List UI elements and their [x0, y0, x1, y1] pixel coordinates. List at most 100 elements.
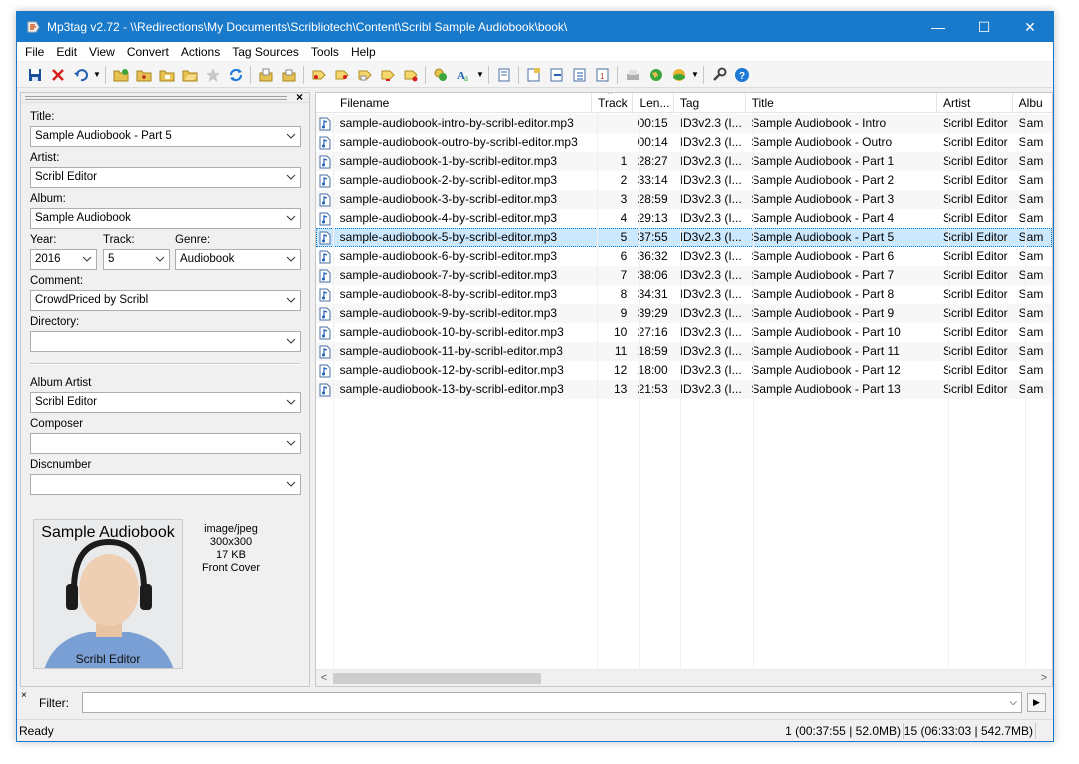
convert-tag-tag-icon[interactable] [376, 64, 399, 86]
web-sources-dropdown-icon[interactable]: ▼ [690, 64, 700, 86]
discnumber-field[interactable] [30, 474, 301, 495]
artist-field[interactable]: Scribl Editor [30, 167, 301, 188]
close-filter-icon[interactable]: × [21, 690, 27, 701]
chevron-down-icon[interactable] [155, 250, 165, 269]
remove-tag-icon[interactable] [46, 64, 69, 86]
chevron-down-icon[interactable] [286, 250, 296, 269]
cover-art[interactable]: Sample Audiobook Scribl Editor [33, 519, 183, 669]
table-row[interactable]: sample-audiobook-intro-by-scribl-editor.… [316, 114, 1052, 133]
column-title[interactable]: Title [746, 93, 937, 113]
title-field[interactable]: Sample Audiobook - Part 5 [30, 126, 301, 147]
chevron-down-icon[interactable] [286, 434, 296, 453]
case-dropdown-icon[interactable]: ▼ [475, 64, 485, 86]
web-sources-icon[interactable] [644, 64, 667, 86]
table-row[interactable]: sample-audiobook-1-by-scribl-editor.mp3 1… [316, 152, 1052, 171]
undo-dropdown-icon[interactable]: ▼ [92, 64, 102, 86]
favorite-directory-icon[interactable] [155, 64, 178, 86]
menu-edit[interactable]: Edit [50, 42, 83, 62]
menu-convert[interactable]: Convert [121, 42, 175, 62]
extended-tags-icon[interactable] [492, 64, 515, 86]
options-wrench-icon[interactable] [707, 64, 730, 86]
add-directory-icon[interactable] [132, 64, 155, 86]
chevron-down-icon[interactable] [286, 209, 296, 228]
table-row[interactable]: sample-audiobook-12-by-scribl-editor.mp3… [316, 361, 1052, 380]
scrollbar-thumb[interactable] [333, 673, 541, 684]
status-total: 15 (06:33:03 | 542.7MB) [903, 724, 1033, 738]
change-directory-icon[interactable] [109, 64, 132, 86]
maximize-button[interactable]: ☐ [961, 12, 1007, 42]
table-row[interactable]: sample-audiobook-4-by-scribl-editor.mp3 4… [316, 209, 1052, 228]
album-field[interactable]: Sample Audiobook [30, 208, 301, 229]
column-length[interactable]: Len... [633, 93, 674, 113]
table-row[interactable]: sample-audiobook-6-by-scribl-editor.mp3 6… [316, 247, 1052, 266]
apply-filter-button[interactable]: ▶ [1027, 693, 1046, 712]
convert-tag-filename-icon[interactable] [307, 64, 330, 86]
composer-field[interactable] [30, 433, 301, 454]
chevron-down-icon[interactable]: ⌵ [1009, 693, 1017, 712]
directory-field[interactable] [30, 331, 301, 352]
column-album[interactable]: Albu [1013, 93, 1052, 113]
playlist-icon[interactable] [568, 64, 591, 86]
menu-file[interactable]: File [19, 42, 50, 62]
horizontal-scrollbar[interactable]: < > [316, 669, 1052, 686]
scroll-left-icon[interactable]: < [316, 670, 332, 686]
panel-grip[interactable]: × [21, 90, 309, 104]
table-row[interactable]: sample-audiobook-11-by-scribl-editor.mp3… [316, 342, 1052, 361]
chevron-down-icon[interactable] [286, 475, 296, 494]
close-button[interactable]: ✕ [1007, 12, 1053, 42]
close-panel-icon[interactable]: × [296, 90, 303, 104]
actions-icon[interactable] [429, 64, 452, 86]
table-row[interactable]: sample-audiobook-8-by-scribl-editor.mp3 8… [316, 285, 1052, 304]
save-icon[interactable] [23, 64, 46, 86]
minimize-button[interactable]: — [915, 12, 961, 42]
print-icon[interactable] [621, 64, 644, 86]
album-artist-field[interactable]: Scribl Editor [30, 392, 301, 413]
table-row[interactable]: sample-audiobook-2-by-scribl-editor.mp3 2… [316, 171, 1052, 190]
star-icon[interactable] [201, 64, 224, 86]
open-folder-icon[interactable] [178, 64, 201, 86]
table-row[interactable]: sample-audiobook-7-by-scribl-editor.mp3 7… [316, 266, 1052, 285]
filter-input[interactable]: ⌵ [82, 692, 1022, 713]
track-field[interactable]: 5 [103, 249, 170, 270]
convert-filename-filename-icon[interactable] [399, 64, 422, 86]
refresh-icon[interactable] [224, 64, 247, 86]
chevron-down-icon[interactable] [286, 393, 296, 412]
chevron-down-icon[interactable] [82, 250, 92, 269]
table-row[interactable]: sample-audiobook-10-by-scribl-editor.mp3… [316, 323, 1052, 342]
table-row[interactable]: sample-audiobook-13-by-scribl-editor.mp3… [316, 380, 1052, 399]
table-row[interactable]: sample-audiobook-5-by-scribl-editor.mp3 5… [316, 228, 1052, 247]
column-tag[interactable]: Tag [674, 93, 746, 113]
copy-tag-icon[interactable] [254, 64, 277, 86]
case-conversion-icon[interactable]: Aa [452, 64, 475, 86]
year-field[interactable]: 2016 [30, 249, 97, 270]
menu-tools[interactable]: Tools [305, 42, 345, 62]
column-track[interactable]: Track ^ [592, 93, 634, 113]
table-row[interactable]: sample-audiobook-9-by-scribl-editor.mp3 9… [316, 304, 1052, 323]
freedb-icon[interactable] [667, 64, 690, 86]
title-bar[interactable]: Mp3tag v2.72 - \\Redirections\My Documen… [17, 12, 1053, 42]
comment-field[interactable]: CrowdPriced by Scribl [30, 290, 301, 311]
table-row[interactable]: sample-audiobook-3-by-scribl-editor.mp3 3… [316, 190, 1052, 209]
help-icon[interactable]: ? [730, 64, 753, 86]
chevron-down-icon[interactable] [286, 127, 296, 146]
undo-icon[interactable] [69, 64, 92, 86]
chevron-down-icon[interactable] [286, 291, 296, 310]
tag-sources-icon[interactable] [522, 64, 545, 86]
export-icon[interactable] [545, 64, 568, 86]
file-list[interactable]: Filename Track ^ Len... Tag Title Artist … [315, 92, 1053, 687]
paste-tag-icon[interactable] [277, 64, 300, 86]
chevron-down-icon[interactable] [286, 168, 296, 187]
genre-field[interactable]: Audiobook [175, 249, 301, 270]
chevron-down-icon[interactable] [286, 332, 296, 351]
convert-filename-tag-icon[interactable] [330, 64, 353, 86]
menu-tag-sources[interactable]: Tag Sources [226, 42, 305, 62]
menu-help[interactable]: Help [345, 42, 382, 62]
numbering-wizard-icon[interactable]: 1 [591, 64, 614, 86]
convert-text-tag-icon[interactable] [353, 64, 376, 86]
table-row[interactable]: sample-audiobook-outro-by-scribl-editor.… [316, 133, 1052, 152]
menu-view[interactable]: View [83, 42, 121, 62]
menu-actions[interactable]: Actions [175, 42, 226, 62]
column-artist[interactable]: Artist [937, 93, 1013, 113]
column-filename[interactable]: Filename [316, 93, 593, 113]
scroll-right-icon[interactable]: > [1036, 670, 1052, 686]
